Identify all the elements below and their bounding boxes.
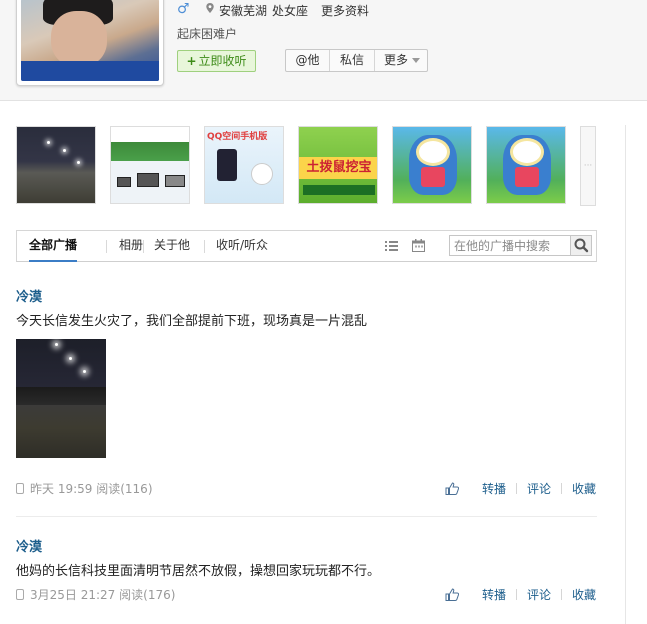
location-pin-icon [206,3,214,13]
favorite-button[interactable]: 收藏 [572,480,596,497]
avatar-photo [21,0,159,81]
photo-thumbnail[interactable] [486,126,566,204]
post-time[interactable]: 3月25日 21:27 [30,588,115,602]
repost-button[interactable]: 转播 [482,586,506,603]
follow-button-label: 立即收听 [198,54,247,68]
location-text: 安徽芜湖 [219,4,268,18]
avatar[interactable] [16,0,164,86]
chevron-down-icon [412,58,421,63]
favorite-button[interactable]: 收藏 [572,586,596,603]
post-image[interactable] [16,339,106,458]
comment-button[interactable]: 评论 [527,586,551,603]
tab-separator [143,240,144,253]
more-dropdown-button[interactable]: 更多 [375,50,427,71]
post-time[interactable]: 昨天 19:59 [30,482,92,496]
profile-header: ♂ 安徽芜湖 处女座 更多资料 起床困难户 + 立即收听 @他 私信 更多 [0,0,647,101]
more-dropdown-label: 更多 [384,53,409,67]
post-text: 今天长信发生火灾了，我们全部提前下班，现场真是一片混乱 [16,314,368,329]
private-message-button[interactable]: 私信 [330,50,375,71]
profile-action-group: @他 私信 更多 [285,49,428,72]
action-separator [560,589,562,600]
post-reads: 阅读(116) [96,482,153,496]
search-icon [574,238,589,253]
plus-icon: + [186,54,197,68]
post-author[interactable]: 冷漠 [16,536,42,555]
photo-thumbnail[interactable] [16,126,96,204]
tab-followers[interactable]: 收听/听众 [216,231,268,261]
post-reads: 阅读(176) [119,588,176,602]
post-text: 他妈的长信科技里面清明节居然不放假，操想回家玩玩都不行。 [16,564,381,579]
mention-button[interactable]: @他 [286,50,330,71]
action-separator [515,483,517,494]
search-button[interactable] [570,236,591,255]
action-separator [560,483,562,494]
thumbs-up-icon[interactable] [445,588,459,601]
follow-button[interactable]: + 立即收听 [177,50,256,72]
feed-tab-bar: 全部广播 相册 关于他 收听/听众 [16,230,597,262]
post-meta: 昨天 19:59 阅读(116) [16,480,153,497]
photo-thumbnail[interactable] [392,126,472,204]
post-author[interactable]: 冷漠 [16,286,42,305]
tab-separator [204,240,205,253]
thumbnail-caption: QQ空间手机版 [207,132,268,142]
mobile-icon [16,589,24,600]
photo-thumbnail[interactable]: QQ空间手机版 [204,126,284,204]
column-divider [625,125,626,624]
feed-post: 冷漠 今天长信发生火灾了，我们全部提前下班，现场真是一片混乱 昨天 19:59 … [16,284,597,504]
bio-text: 起床困难户 [177,27,238,41]
post-divider [16,516,597,517]
tab-album[interactable]: 相册 [106,231,156,261]
list-view-icon[interactable] [385,240,398,252]
male-icon: ♂ [177,1,190,17]
post-actions: 转播 评论 收藏 [445,480,596,497]
search-input[interactable] [450,236,570,255]
photo-thumbnail[interactable] [110,126,190,204]
tab-about[interactable]: 关于他 [154,231,190,261]
scroll-right-button[interactable]: ··· [580,126,596,206]
photo-strip: QQ空间手机版 土拨鼠挖宝 ··· [16,126,598,206]
action-separator [515,589,517,600]
more-info-link[interactable]: 更多资料 [321,2,369,19]
zodiac-text: 处女座 [272,4,309,18]
mobile-icon [16,483,24,494]
post-actions: 转播 评论 收藏 [445,586,596,603]
thumbnail-caption: 土拨鼠挖宝 [299,157,377,179]
repost-button[interactable]: 转播 [482,480,506,497]
tab-all-broadcasts[interactable]: 全部广播 [29,231,78,262]
comment-button[interactable]: 评论 [527,480,551,497]
feed-search [449,235,592,256]
post-meta: 3月25日 21:27 阅读(176) [16,586,175,603]
feed-post: 冷漠 他妈的长信科技里面清明节居然不放假，操想回家玩玩都不行。 3月25日 21… [16,534,597,614]
calendar-view-icon[interactable] [412,239,425,252]
photo-thumbnail[interactable]: 土拨鼠挖宝 [298,126,378,204]
thumbs-up-icon[interactable] [445,482,459,495]
